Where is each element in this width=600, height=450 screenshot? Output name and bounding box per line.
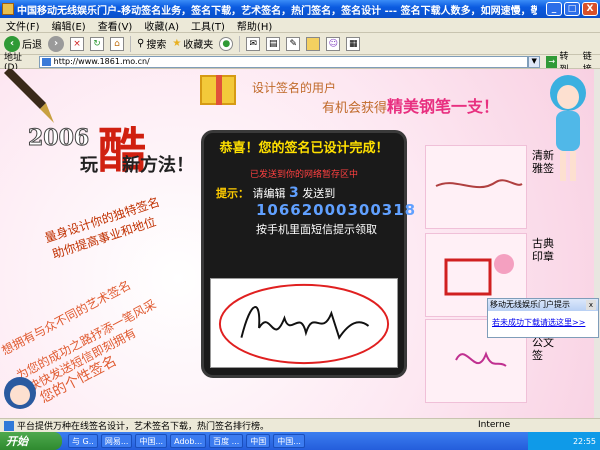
brand-wan: 玩 [80,155,98,176]
tip-number: 3 [289,185,299,201]
tip-prefix: 请编辑 [252,187,286,200]
panel-title: 恭喜！您的签名已设计完成！ [219,141,389,156]
notification-popup: 移动无线娱乐门户提示 x 若未成功下载请选这里>> [487,298,599,338]
status-bar: 平台提供万种在线签名设计，艺术签名下载，热门签名排行榜。 Interne [0,418,600,432]
favorites-button[interactable]: ★ 收藏夹 [172,36,213,51]
edit-icon[interactable]: ✎ [286,36,301,51]
print-icon[interactable]: ▤ [266,36,281,51]
window-title: 中国移动无线娱乐门户-移动签名业务，签名下载，艺术签名，热门签名，签名设计 --… [17,5,537,17]
address-dropdown-icon[interactable]: ▼ [528,55,541,68]
popup-title: 移动无线娱乐门户提示 [488,299,598,311]
panel-hint: 按手机里面短信提示领取 [256,223,377,236]
toolbar: ‹ 后退 › × ↻ ⌂ ⚲ 搜索 ★ 收藏夹 ● ✉ ▤ ✎ ☺ ▦ [0,33,600,55]
search-button[interactable]: ⚲ 搜索 [137,36,166,51]
mail-icon[interactable]: ✉ [246,36,261,51]
menu-favorites[interactable]: 收藏(A) [144,18,179,33]
anime-girl-image [550,75,586,181]
back-label: 后退 [22,40,42,51]
task-list: 与 G.. 网易... 中国... Adob... 百度 ... 中国 中国..… [68,434,305,448]
menu-file[interactable]: 文件(F) [6,18,40,33]
toolbar-separator [239,35,241,52]
maximize-button[interactable]: □ [564,2,580,16]
slogan-bottom: 有机会获得精美钢笔一支！ [322,93,499,117]
system-tray: 22:55 [528,432,600,450]
ie-app-icon [2,3,14,15]
address-bar: 地址(D) http://www.1861.mo.cn/ ▼ → 转到 链接 [0,52,600,75]
brand-year: 2006 [27,125,90,152]
task-item[interactable]: 网易... [100,434,133,448]
fountain-pen-icon [4,69,54,123]
taskbar: 开始 与 G.. 网易... 中国... Adob... 百度 ... 中国 中… [0,432,600,450]
task-item[interactable]: 中国... [135,434,168,448]
favorites-label: 收藏夹 [183,40,214,51]
research-icon[interactable]: ▦ [346,36,361,51]
task-item[interactable]: 百度 ... [209,434,244,448]
result-panel: 恭喜！您的签名已设计完成！ 已发送到你的网络暂存区中 提示： 请编辑 3 发送到… [201,130,415,378]
go-arrow-icon: → [546,55,558,68]
refresh-icon[interactable]: ↻ [90,36,104,51]
home-icon[interactable]: ⌂ [110,36,124,51]
stop-icon[interactable]: × [70,36,84,51]
clock[interactable]: 22:55 [573,437,596,446]
minimize-button[interactable]: _ [546,2,562,16]
fresh-signature-image [435,179,523,189]
forward-arrow-icon[interactable]: › [48,35,64,52]
task-item[interactable]: 中国... [273,434,305,448]
popup-download-link[interactable]: 若未成功下载请选这里>> [488,311,598,334]
star-icon: ★ [172,38,182,49]
sms-number: 10662000300318 [256,201,417,219]
folder-icon[interactable] [306,36,321,51]
menu-help[interactable]: 帮助(H) [237,18,272,33]
task-item[interactable]: 与 G.. [68,434,98,448]
window-controls: _ □ X [546,2,598,16]
start-button[interactable]: 开始 [0,432,62,450]
title-bar: 中国移动无线娱乐门户-移动签名业务，签名下载，艺术签名，热门签名，签名设计 --… [0,0,600,18]
panel-subtitle: 已发送到你的网络暂存区中 [249,170,358,180]
slogan-bottom-prefix: 有机会获得 [322,101,388,116]
page-content: 设计签名的用户 有机会获得精美钢笔一支！ 2006 酷 玩 新方法！ 量身设计你… [0,69,594,418]
status-zone: Interne [478,420,511,430]
menu-bar: 文件(F) 编辑(E) 查看(V) 收藏(A) 工具(T) 帮助(H) [0,18,600,33]
slogan-highlight: 精美钢笔一支！ [387,97,500,116]
media-icon[interactable]: ● [219,36,234,51]
menu-edit[interactable]: 编辑(E) [52,18,86,33]
address-url: http://www.1861.mo.cn/ [53,56,150,66]
vertical-scrollbar[interactable] [594,69,600,418]
brand-new-method: 新方法！ [122,155,194,176]
tip-suffix: 发送到 [302,187,336,200]
promo-header: 设计签名的用户 有机会获得精美钢笔一支！ [200,69,540,129]
status-text: 平台提供万种在线签名设计，艺术签名下载，热门签名排行榜。 [17,422,270,432]
gift-box-icon [200,75,236,105]
task-item[interactable]: Adob... [170,434,207,448]
search-label: 搜索 [146,40,167,51]
menu-view[interactable]: 查看(V) [98,18,133,33]
sample-fresh-signature[interactable] [425,145,527,229]
task-item[interactable]: 中国 [246,434,271,448]
toolbar-separator [130,35,131,52]
status-page-icon [4,420,14,431]
signature-image [210,278,398,368]
sample-label-2: 古典印章 [532,237,554,263]
popup-close-button[interactable]: x [586,300,596,310]
tip-row: 提示： 请编辑 3 发送到 [216,185,335,201]
page-icon [41,57,51,66]
cartoon-character-image [4,377,36,409]
address-input[interactable]: http://www.1861.mo.cn/ [38,55,529,68]
search-icon: ⚲ [137,38,145,49]
tip-label: 提示： [216,187,249,200]
close-button[interactable]: X [582,2,598,16]
messenger-icon[interactable]: ☺ [326,36,341,51]
menu-tools[interactable]: 工具(T) [191,18,225,33]
